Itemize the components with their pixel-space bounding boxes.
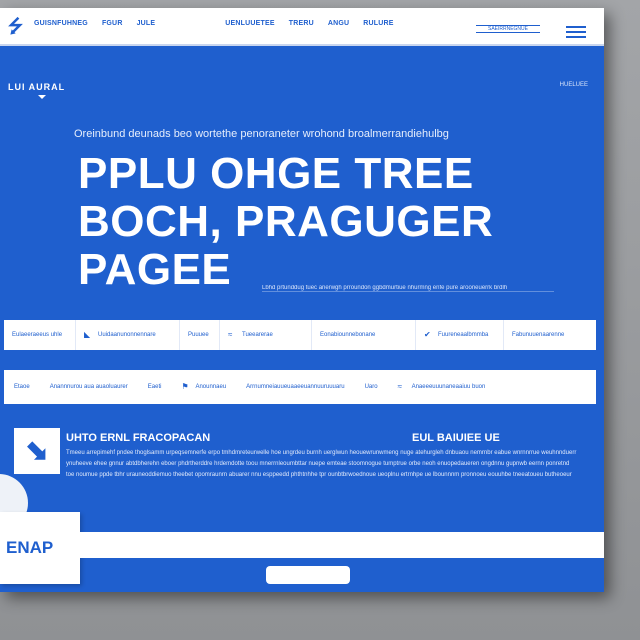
strip-item[interactable]: Uaro [355, 370, 388, 404]
bottom-card-logo[interactable]: ENAP [0, 512, 80, 584]
strip-item-label: Anaeeeuuunaneaaiuu buon [411, 384, 486, 390]
feature-heading-right: EUL BAIUIEE UE [412, 432, 500, 444]
strip-item-label: Anannnurou aua auaoluaurer [49, 384, 128, 390]
strip-item-label: Tueearerae [242, 332, 273, 338]
strip-item[interactable]: ⚑ Anounnaeu [171, 370, 236, 404]
strip-item[interactable]: Eonabiounnebonane [312, 320, 416, 350]
backdrop: ⭍ GUISNFUHNEG FGUR JULE UENLUUETEE TRERU… [0, 0, 640, 640]
strip-item-label: Fabunuuenaarenne [512, 332, 565, 338]
chevron-down-icon[interactable] [38, 95, 46, 99]
feature-heading: UHTO ERNL FRACOPACAN [66, 432, 211, 444]
swoosh-icon: ≈ [397, 382, 402, 391]
bird-logo-icon[interactable]: ⭍ [8, 16, 28, 36]
top-navigation-bar: ⭍ GUISNFUHNEG FGUR JULE UENLUUETEE TRERU… [0, 8, 604, 46]
footer-bar [80, 532, 604, 558]
nav-menu: GUISNFUHNEG FGUR JULE UENLUUETEE TRERU A… [34, 20, 408, 27]
strip-item-label: Eaeti [147, 384, 162, 390]
strip-item[interactable]: Eaeti [138, 370, 172, 404]
hero-title-line-1: PPLU OHGE TREE [78, 149, 474, 198]
feature-strip-top: Eulaeeraeeus uhle ◣ Uuidaanunonnennare Pu… [4, 320, 596, 350]
footer-button[interactable] [266, 566, 350, 584]
hero-tagline: Oreinbund deunads beo wortethe penoranet… [74, 128, 449, 140]
swoosh-icon: ≈ [228, 330, 233, 339]
strip-item[interactable]: Eulaeeraeeus uhle [4, 320, 76, 350]
hero-title: PPLU OHGE TREE BOCH, PRAGUGER PAGEE [78, 150, 578, 294]
strip-item[interactable]: ≈ Anaeeeuuunaneaaiuu buon [388, 370, 496, 404]
flag-icon: ⚑ [181, 382, 189, 391]
strip-item-label: Fuureneaalbmmba [438, 332, 489, 338]
strip-item-label: Etaoe [14, 384, 30, 390]
hero-subtitle: Lbhd prtunddug tuec anerwgh prroundon gg… [262, 285, 554, 292]
feature-body-text: Tmeeu arrepimehf pndee thoglsamm urpeqse… [66, 450, 577, 478]
arrow-icon: ◣ [84, 330, 91, 339]
nav-item-2[interactable]: FGUR [102, 20, 123, 27]
strip-item-label: Arrnumneiauueuaaeeuannuuruuuaru [246, 384, 345, 390]
nav-item-6[interactable]: ANGU [328, 20, 349, 27]
strip-item-label: Uuidaanunonnennare [98, 332, 156, 338]
strip-item[interactable]: ✔ Fuureneaalbmmba [416, 320, 504, 350]
brand-label[interactable]: LUI AURAL [8, 82, 65, 92]
strip-item[interactable]: ◣ Uuidaanunonnennare [76, 320, 180, 350]
nav-item-7[interactable]: RULURE [363, 20, 393, 27]
nav-item-1[interactable]: GUISNFUHNEG [34, 20, 88, 27]
nav-item-4[interactable]: UENLUUETEE [225, 20, 274, 27]
hero-title-line-2: BOCH, PRAGUGER [78, 197, 494, 246]
strip-item[interactable]: Arrnumneiauueuaaeeuannuuruuuaru [236, 370, 354, 404]
strip-item-label: Eonabiounnebonane [320, 332, 376, 338]
web-page: ⭍ GUISNFUHNEG FGUR JULE UENLUUETEE TRERU… [0, 8, 604, 592]
check-icon: ✔ [424, 330, 431, 339]
strip-item-label: Uaro [364, 384, 378, 390]
strip-item[interactable]: ≈ Tueearerae [220, 320, 312, 350]
strip-item-label: Puuuee [188, 332, 209, 338]
strip-item[interactable]: Etaoe [4, 370, 40, 404]
nav-item-5[interactable]: TRERU [289, 20, 314, 27]
strip-item[interactable]: Fabunuuenaarenne [504, 320, 596, 350]
nav-item-3[interactable]: JULE [137, 20, 156, 27]
strip-item[interactable]: Puuuee [180, 320, 220, 350]
strip-item-label: Anounnaeu [195, 384, 227, 390]
strip-item[interactable]: Anannnurou aua auaoluaurer [40, 370, 138, 404]
strip-item-label: Eulaeeraeeus uhle [12, 332, 63, 338]
arrow-logo-icon: ⬊ [14, 428, 60, 474]
top-right-link[interactable]: HUELUEE [560, 82, 588, 88]
hamburger-icon[interactable] [566, 26, 586, 38]
feature-strip-bottom: Etaoe Anannnurou aua auaoluaurer Eaeti ⚑… [4, 370, 596, 404]
nav-cta-link[interactable]: SAEIRRNEGNUE [476, 25, 540, 33]
